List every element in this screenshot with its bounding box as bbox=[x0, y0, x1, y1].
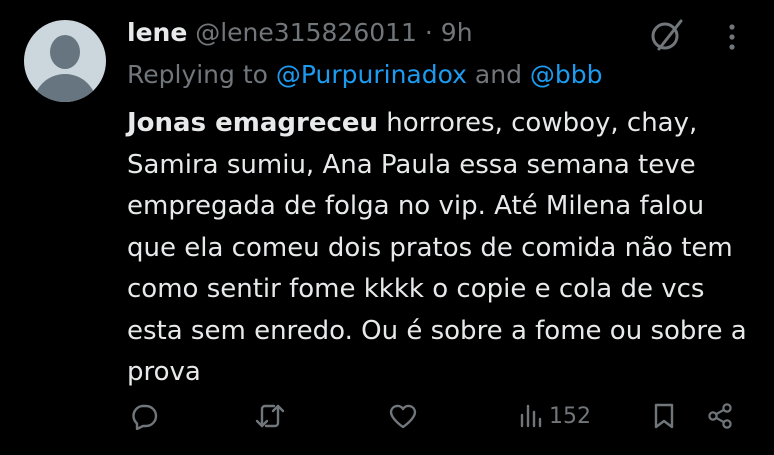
author-name[interactable]: lene bbox=[127, 18, 187, 47]
share-icon bbox=[708, 403, 732, 429]
tweet-text: Jonas emagreceu horrores, cowboy, chay, … bbox=[127, 103, 757, 394]
avatar-head-shape bbox=[50, 35, 80, 69]
replying-prefix: Replying to bbox=[127, 60, 276, 89]
tweet-header: lene @lene315826011 · 9h bbox=[127, 14, 473, 52]
author-handle[interactable]: @lene315826011 bbox=[195, 18, 417, 47]
reply-icon bbox=[132, 404, 158, 430]
tweet-text-body: horrores, cowboy, chay, Samira sumiu, An… bbox=[127, 108, 747, 387]
bookmark-icon bbox=[654, 403, 674, 429]
reply-button[interactable] bbox=[130, 394, 158, 438]
bookmark-button[interactable] bbox=[652, 394, 676, 438]
like-icon bbox=[389, 404, 417, 429]
mention-link[interactable]: @Purpurinadox bbox=[276, 60, 467, 89]
retweet-button[interactable] bbox=[255, 394, 285, 438]
replying-and: and bbox=[466, 60, 530, 89]
more-icon[interactable] bbox=[722, 22, 742, 52]
views-button[interactable]: 152 bbox=[519, 394, 591, 438]
share-button[interactable] bbox=[706, 394, 734, 438]
tweet-time[interactable]: 9h bbox=[441, 18, 473, 47]
tweet-text-bold: Jonas emagreceu bbox=[127, 108, 379, 138]
like-button[interactable] bbox=[388, 394, 418, 438]
views-count: 152 bbox=[549, 403, 591, 429]
action-bar: 152 bbox=[0, 394, 774, 438]
replying-to: Replying to @Purpurinadox and @bbb bbox=[127, 56, 603, 94]
mention-link[interactable]: @bbb bbox=[530, 60, 603, 89]
retweet-icon bbox=[255, 404, 285, 428]
views-icon bbox=[520, 404, 542, 428]
handle-text[interactable]: @lene315826011 bbox=[195, 18, 417, 47]
avatar-body-shape bbox=[33, 74, 97, 102]
avatar[interactable] bbox=[24, 20, 106, 102]
grok-icon[interactable] bbox=[650, 18, 684, 52]
header-separator: · bbox=[416, 18, 441, 47]
